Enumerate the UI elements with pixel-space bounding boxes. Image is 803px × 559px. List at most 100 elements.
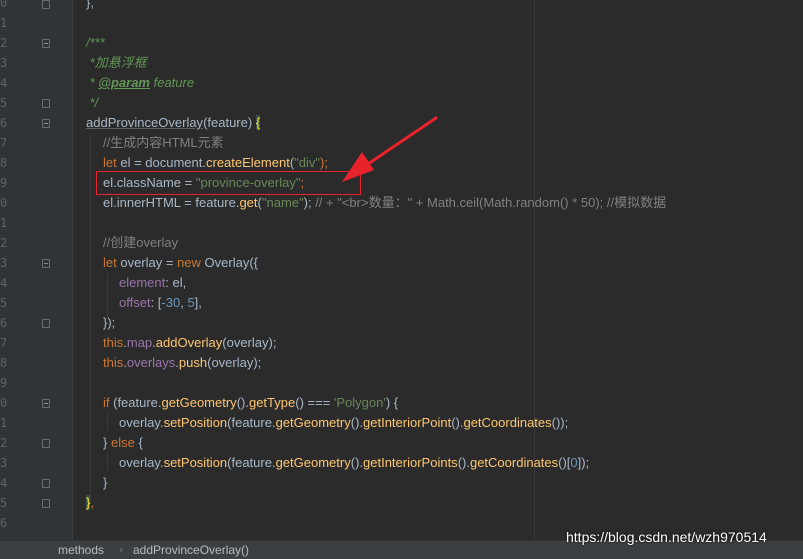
code-line[interactable]: overlay.setPosition(feature.getGeometry(… [119, 413, 568, 433]
line-number: 1 [0, 416, 8, 430]
line-number: 8 [0, 156, 8, 170]
line-number: 5 [0, 296, 8, 310]
doc-comment: * [86, 75, 99, 90]
code-token: : [ [150, 295, 162, 310]
code-token: () === [295, 395, 334, 410]
code-line[interactable]: let overlay = new Overlay({ [103, 253, 258, 273]
fold-marker-icon[interactable] [42, 259, 50, 268]
fold-marker-icon[interactable] [42, 399, 50, 408]
function-call: setPosition [163, 415, 228, 430]
line-number: 4 [0, 276, 8, 290]
code-token: overlay. [119, 455, 164, 470]
code-token: ], [194, 295, 202, 310]
fold-marker-icon[interactable] [42, 439, 50, 448]
string-literal: 'Polygon' [333, 395, 386, 410]
fold-marker-icon[interactable] [42, 39, 50, 48]
line-number: 0 [0, 0, 8, 10]
fold-marker-icon[interactable] [42, 499, 50, 508]
code-token: }, [86, 0, 94, 10]
code-line[interactable]: }, [86, 493, 94, 513]
code-token: overlay = [116, 255, 178, 270]
code-line[interactable]: addProvinceOverlay(feature) { [86, 113, 261, 133]
gutter-divider [72, 0, 73, 540]
breadcrumb-item-methods[interactable]: methods [58, 543, 104, 557]
code-line[interactable]: */ [86, 93, 99, 113]
doc-comment: feature [150, 75, 195, 90]
code-token: Overlay({ [200, 255, 259, 270]
keyword: else [110, 435, 135, 450]
code-token: (feature. [227, 415, 276, 430]
keyword: this [103, 335, 124, 350]
fold-marker-icon[interactable] [42, 0, 50, 9]
code-token: ); [303, 195, 316, 210]
function-call: push [178, 355, 208, 370]
code-token: el = document. [116, 155, 206, 170]
code-editor[interactable]: 0 1 2 3 4 5 6 7 8 9 0 1 2 3 4 5 6 7 8 9 … [0, 0, 803, 540]
code-token: : el, [165, 275, 187, 290]
indent-guide [107, 413, 108, 431]
line-comment: //生成内容HTML元素 [103, 135, 224, 150]
function-call: getType [248, 395, 296, 410]
code-line[interactable]: } [103, 473, 107, 493]
line-number: 5 [0, 496, 8, 510]
code-token: } [103, 475, 108, 490]
fold-marker-icon[interactable] [42, 99, 50, 108]
annotation-highlight-box [96, 171, 361, 195]
number-literal: 0 [570, 455, 578, 470]
code-line[interactable]: }); [103, 313, 115, 333]
number-literal: -30 [161, 295, 181, 310]
code-line[interactable]: overlay.setPosition(feature.getGeometry(… [119, 453, 589, 473]
line-number: 2 [0, 36, 8, 50]
code-line[interactable]: let el = document.createElement("div"); [103, 153, 328, 173]
code-line[interactable]: //创建overlay [103, 233, 178, 253]
object-property: map [126, 335, 153, 350]
code-token: (feature) [203, 115, 256, 130]
code-token: overlay. [119, 415, 164, 430]
code-token: ) { [385, 395, 399, 410]
keyword: this [103, 355, 124, 370]
code-line[interactable]: el.innerHTML = feature.get("name"); // +… [103, 193, 666, 213]
function-call: get [239, 195, 258, 210]
line-number: 3 [0, 56, 8, 70]
code-line[interactable]: if (feature.getGeometry().getType() === … [103, 393, 398, 413]
fold-marker-icon[interactable] [42, 479, 50, 488]
line-number: 0 [0, 396, 8, 410]
doc-comment: /*** [86, 35, 105, 50]
code-token: (). [457, 455, 470, 470]
keyword: new [177, 255, 201, 270]
code-line[interactable]: * @param feature [86, 73, 194, 93]
line-number: 6 [0, 316, 8, 330]
line-number-gutter[interactable]: 0 1 2 3 4 5 6 7 8 9 0 1 2 3 4 5 6 7 8 9 … [0, 0, 72, 540]
code-line[interactable]: } else { [103, 433, 143, 453]
code-line[interactable]: /*** [86, 33, 105, 53]
line-number: 6 [0, 116, 8, 130]
code-token: (). [350, 455, 364, 470]
function-call: setPosition [163, 455, 228, 470]
code-line[interactable]: this.map.addOverlay(overlay); [103, 333, 276, 353]
code-line[interactable]: }, [86, 0, 94, 13]
code-token: el.innerHTML = feature. [103, 195, 240, 210]
code-line[interactable]: *加悬浮框 [86, 53, 147, 73]
fold-marker-icon[interactable] [42, 119, 50, 128]
function-call: getGeometry [275, 455, 351, 470]
object-property: overlays [126, 355, 176, 370]
line-number: 3 [0, 456, 8, 470]
code-line[interactable]: offset: [-30, 5], [119, 293, 202, 313]
indent-guide [107, 453, 108, 471]
code-line[interactable]: //生成内容HTML元素 [103, 133, 224, 153]
line-comment: //创建overlay [103, 235, 179, 250]
line-number: 0 [0, 196, 8, 210]
line-number: 2 [0, 236, 8, 250]
object-property: offset [119, 295, 151, 310]
code-line[interactable]: element: el, [119, 273, 186, 293]
code-line[interactable]: this.overlays.push(overlay); [103, 353, 261, 373]
line-number: 9 [0, 376, 8, 390]
line-number: 8 [0, 356, 8, 370]
code-token: (). [451, 415, 464, 430]
line-number: 2 [0, 436, 8, 450]
method-name[interactable]: addProvinceOverlay [86, 115, 203, 130]
fold-marker-icon[interactable] [42, 319, 50, 328]
breadcrumb-item-method[interactable]: addProvinceOverlay() [133, 543, 249, 557]
doc-comment: *加悬浮框 [86, 55, 147, 70]
line-number: 7 [0, 336, 8, 350]
